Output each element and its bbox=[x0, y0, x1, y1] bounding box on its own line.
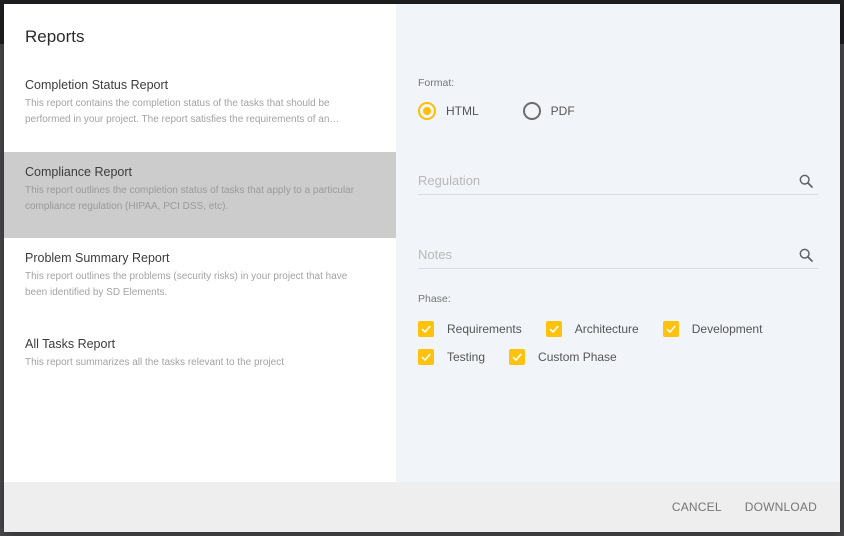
checkbox-label: Custom Phase bbox=[538, 350, 617, 364]
phase-checkbox-group: Requirements Architecture Development Te… bbox=[418, 318, 818, 374]
report-description: This report outlines the problems (secur… bbox=[25, 271, 348, 298]
report-name: All Tasks Report bbox=[25, 337, 116, 351]
notes-input[interactable] bbox=[418, 247, 818, 268]
checkbox-checked-icon bbox=[418, 349, 434, 365]
report-description: This report outlines the completion stat… bbox=[25, 185, 355, 212]
checkbox-label: Architecture bbox=[574, 322, 639, 336]
radio-checked-icon bbox=[418, 102, 436, 120]
search-icon[interactable] bbox=[798, 247, 814, 263]
report-item-problem-summary[interactable]: Problem Summary Report This report outli… bbox=[4, 238, 396, 324]
radio-unchecked-icon bbox=[522, 102, 541, 120]
search-icon[interactable] bbox=[798, 173, 814, 189]
download-button[interactable]: DOWNLOAD bbox=[738, 494, 824, 520]
report-options-panel: Format: HTML PDF Regulation Notes Phase:… bbox=[396, 4, 840, 482]
report-item-compliance[interactable]: Compliance Report This report outlines t… bbox=[4, 152, 396, 238]
checkbox-label: Requirements bbox=[447, 322, 522, 336]
report-name: Problem Summary Report bbox=[25, 251, 170, 265]
format-label: Format: bbox=[418, 77, 455, 89]
radio-label: PDF bbox=[550, 104, 575, 118]
checkbox-checked-icon bbox=[509, 349, 526, 365]
report-item-all-tasks[interactable]: All Tasks Report This report summarizes … bbox=[4, 324, 396, 410]
dialog-title: Reports bbox=[25, 27, 85, 46]
radio-label: HTML bbox=[446, 104, 479, 118]
format-radio-html[interactable]: HTML bbox=[418, 102, 479, 120]
checkbox-checked-icon bbox=[545, 321, 562, 337]
phase-checkbox-requirements[interactable]: Requirements bbox=[418, 318, 522, 340]
dialog-footer: CANCEL DOWNLOAD bbox=[4, 482, 840, 532]
checkbox-checked-icon bbox=[418, 321, 434, 337]
regulation-input[interactable] bbox=[418, 173, 818, 194]
notes-field bbox=[418, 243, 818, 269]
checkbox-checked-icon bbox=[662, 321, 679, 337]
report-name: Completion Status Report bbox=[25, 78, 169, 92]
report-item-completion-status[interactable]: Completion Status Report This report con… bbox=[4, 66, 396, 152]
dialog-body: Reports Completion Status Report This re… bbox=[4, 4, 840, 482]
format-radio-group: HTML PDF bbox=[418, 101, 818, 121]
report-list-panel: Reports Completion Status Report This re… bbox=[4, 4, 396, 482]
regulation-field bbox=[418, 169, 818, 195]
report-description: This report summarizes all the tasks rel… bbox=[25, 357, 284, 368]
report-name: Compliance Report bbox=[25, 165, 132, 179]
reports-dialog: Reports Completion Status Report This re… bbox=[4, 4, 840, 532]
format-radio-pdf[interactable]: PDF bbox=[522, 102, 575, 120]
report-description: This report contains the completion stat… bbox=[25, 98, 340, 125]
cancel-button[interactable]: CANCEL bbox=[665, 494, 729, 520]
checkbox-label: Testing bbox=[447, 350, 486, 364]
checkbox-label: Development bbox=[691, 322, 763, 336]
phase-checkbox-architecture[interactable]: Architecture bbox=[545, 318, 639, 340]
phase-checkbox-custom-phase[interactable]: Custom Phase bbox=[509, 346, 617, 368]
phase-label: Phase: bbox=[418, 293, 451, 305]
phase-checkbox-testing[interactable]: Testing bbox=[418, 346, 485, 368]
phase-checkbox-development[interactable]: Development bbox=[662, 318, 763, 340]
